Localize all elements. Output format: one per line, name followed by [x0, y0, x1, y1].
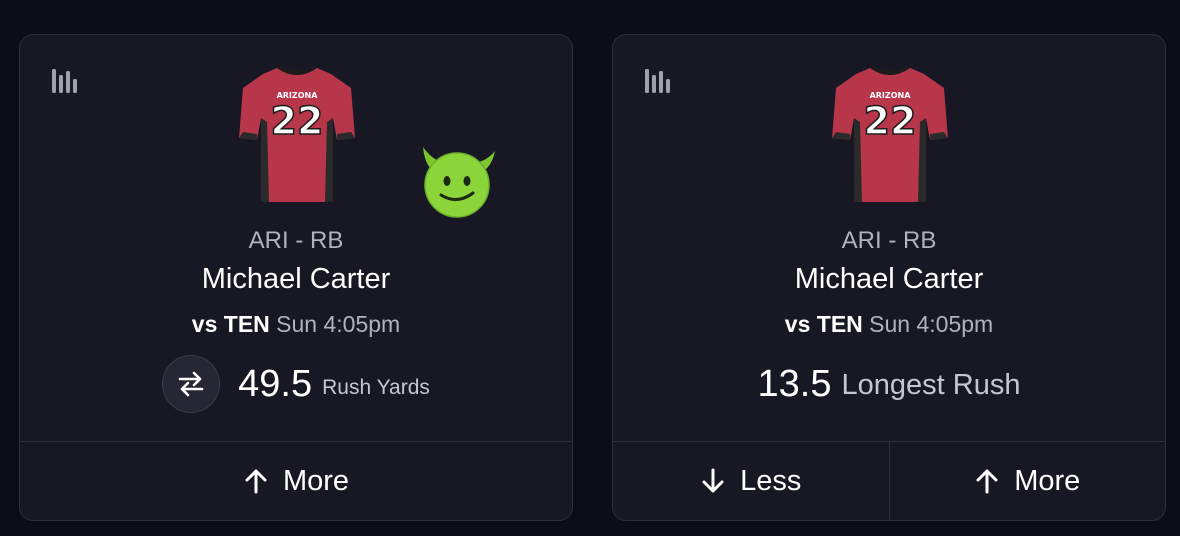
line-value: 49.5 [238, 362, 313, 405]
line-stat-type: Longest Rush [841, 368, 1021, 401]
bar-chart-icon[interactable] [643, 67, 673, 95]
arrow-up-icon [976, 469, 998, 494]
team-position-label: ARI - RB [248, 227, 344, 254]
projection-card-rush-yards: ARIZONA 22 ARI - RB Michael Carter vs TE… [19, 34, 573, 521]
swap-arrows-icon [178, 371, 204, 397]
line-stat-type: Rush Yards [322, 376, 430, 399]
jersey-image: ARIZONA 22 [239, 66, 355, 202]
game-time: Sun 4:05pm [276, 311, 401, 337]
more-button-label: More [1014, 464, 1081, 497]
projection-line: 49.5 Rush Yards [20, 353, 572, 415]
bar-chart-icon[interactable] [50, 67, 80, 95]
arrow-up-icon [245, 469, 267, 494]
opponent-team: TEN [223, 311, 270, 337]
smiling-devil-emoji-icon [423, 147, 495, 218]
opponent-team: TEN [816, 311, 863, 337]
less-button-label: Less [740, 464, 802, 497]
line-value: 13.5 [757, 362, 832, 405]
arrow-down-icon [702, 468, 724, 493]
jersey-number: 22 [271, 99, 324, 143]
projection-card-longest-rush: ARIZONA 22 ARI - RB Michael Carter vs TE… [612, 34, 1166, 521]
projection-line: 13.5 Longest Rush [613, 353, 1165, 415]
jersey-number: 22 [864, 99, 917, 143]
more-button[interactable]: More [888, 442, 1166, 520]
swap-stat-button[interactable] [162, 355, 221, 413]
matchup-prefix: vs [191, 311, 218, 337]
team-position-label: ARI - RB [841, 227, 937, 254]
matchup-info: vs TEN Sun 4:05pm [20, 311, 572, 338]
pick-buttons: Less More [613, 441, 1165, 520]
more-button[interactable]: More [20, 442, 572, 520]
game-time: Sun 4:05pm [869, 311, 994, 337]
player-name: Michael Carter [201, 263, 391, 295]
jersey-image: ARIZONA 22 [832, 66, 948, 202]
less-button[interactable]: Less [613, 442, 889, 520]
matchup-info: vs TEN Sun 4:05pm [613, 311, 1165, 338]
matchup-prefix: vs [784, 311, 811, 337]
player-name: Michael Carter [794, 263, 984, 295]
more-button-label: More [282, 464, 350, 497]
pick-buttons: More [20, 441, 572, 520]
